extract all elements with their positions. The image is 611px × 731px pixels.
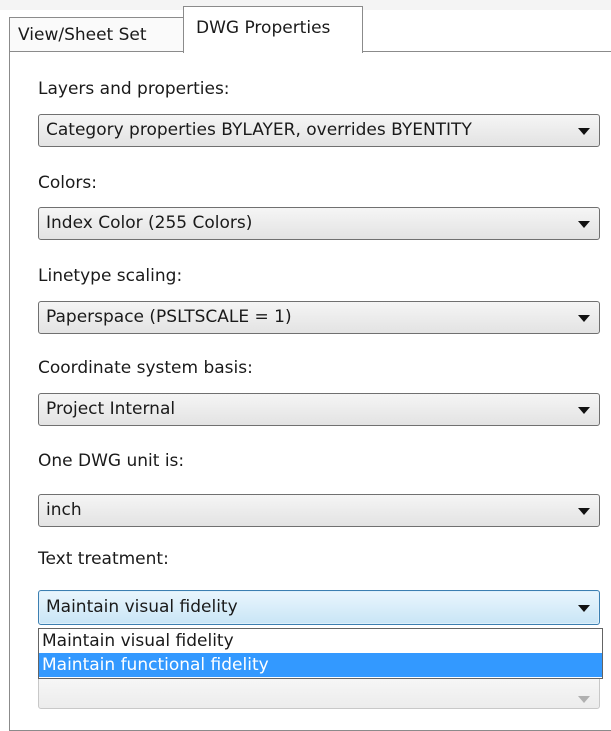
select-value: Index Color (255 Colors) — [46, 215, 253, 232]
select-value: Project Internal — [46, 401, 176, 418]
select-value: Paperspace (PSLTSCALE = 1) — [46, 309, 292, 326]
chevron-down-icon — [578, 605, 590, 612]
dwg-unit-label: One DWG unit is: — [38, 451, 185, 471]
coordinate-system-label: Coordinate system basis: — [38, 358, 253, 378]
text-treatment-dropdown-list: Maintain visual fidelity Maintain functi… — [38, 628, 603, 679]
select-value: Category properties BYLAYER, overrides B… — [46, 122, 472, 139]
colors-label: Colors: — [38, 173, 97, 193]
tab-label: DWG Properties — [196, 18, 331, 38]
chevron-down-icon — [578, 315, 590, 322]
chevron-down-icon — [578, 407, 590, 414]
chevron-down-icon — [578, 508, 590, 515]
tab-label: View/Sheet Set — [18, 25, 147, 45]
select-value: inch — [46, 502, 82, 519]
linetype-scaling-label: Linetype scaling: — [38, 266, 183, 286]
option-visual-fidelity[interactable]: Maintain visual fidelity — [39, 629, 602, 653]
chevron-down-icon — [578, 696, 590, 703]
chevron-down-icon — [578, 128, 590, 135]
option-functional-fidelity[interactable]: Maintain functional fidelity — [39, 653, 602, 677]
text-treatment-select[interactable]: Maintain visual fidelity — [38, 590, 600, 625]
text-treatment-label: Text treatment: — [38, 549, 169, 569]
chevron-down-icon — [578, 221, 590, 228]
tab-view-sheet-set[interactable]: View/Sheet Set — [9, 17, 184, 52]
dwg-unit-select[interactable]: inch — [38, 494, 600, 527]
tab-dwg-properties[interactable]: DWG Properties — [183, 6, 363, 53]
hidden-select[interactable] — [38, 676, 600, 709]
colors-select[interactable]: Index Color (255 Colors) — [38, 207, 600, 240]
layers-properties-select[interactable]: Category properties BYLAYER, overrides B… — [38, 114, 600, 147]
layers-properties-label: Layers and properties: — [38, 79, 230, 99]
coordinate-system-select[interactable]: Project Internal — [38, 393, 600, 426]
linetype-scaling-select[interactable]: Paperspace (PSLTSCALE = 1) — [38, 301, 600, 334]
select-value: Maintain visual fidelity — [46, 599, 238, 616]
